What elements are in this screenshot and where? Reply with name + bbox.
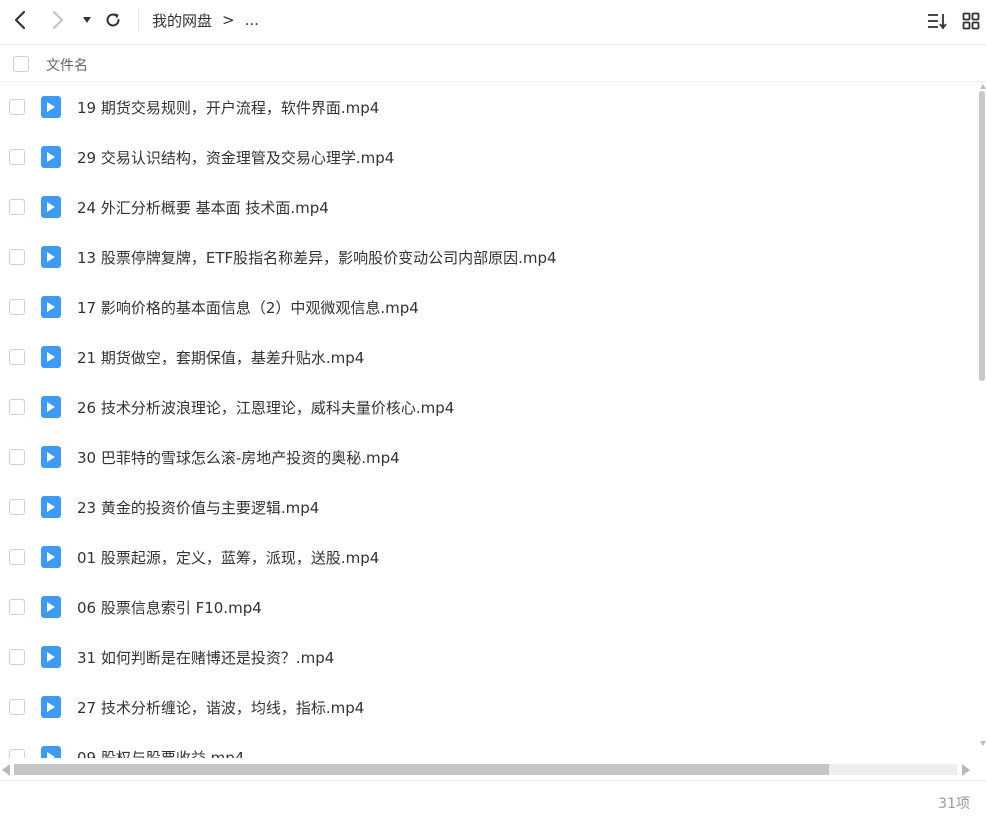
sort-icon xyxy=(928,14,947,30)
video-file-icon xyxy=(41,346,61,368)
file-name[interactable]: 24 外汇分析概要 基本面 技术面.mp4 xyxy=(77,197,329,218)
file-row[interactable]: 27 技术分析缠论，谐波，均线，指标.mp4 xyxy=(0,683,978,733)
file-checkbox[interactable] xyxy=(9,149,25,165)
file-checkbox[interactable] xyxy=(9,599,25,615)
scroll-left-icon[interactable] xyxy=(2,764,10,776)
forward-button[interactable] xyxy=(46,8,70,32)
video-file-icon xyxy=(41,396,61,418)
video-file-icon xyxy=(41,96,61,118)
file-row[interactable]: 23 黄金的投资价值与主要逻辑.mp4 xyxy=(0,483,978,533)
file-name[interactable]: 21 期货做空，套期保值，基差升贴水.mp4 xyxy=(77,347,364,368)
file-checkbox[interactable] xyxy=(9,99,25,115)
horizontal-scrollbar[interactable] xyxy=(0,760,975,778)
file-name[interactable]: 29 交易认识结构，资金理管及交易心理学.mp4 xyxy=(77,147,394,168)
file-checkbox[interactable] xyxy=(9,349,25,365)
toolbar-divider xyxy=(138,8,139,32)
file-checkbox[interactable] xyxy=(9,699,25,715)
file-checkbox[interactable] xyxy=(9,649,25,665)
file-row[interactable]: 17 影响价格的基本面信息（2）中观微观信息.mp4 xyxy=(0,283,978,333)
scroll-down-icon[interactable] xyxy=(980,741,986,746)
caret-down-icon xyxy=(83,17,91,23)
vertical-scrollbar[interactable] xyxy=(978,83,986,758)
sort-button[interactable] xyxy=(926,10,948,32)
grid-view-icon xyxy=(962,12,980,30)
file-row[interactable]: 19 期货交易规则，开户流程，软件界面.mp4 xyxy=(0,83,978,133)
file-name[interactable]: 27 技术分析缠论，谐波，均线，指标.mp4 xyxy=(77,697,364,718)
file-row[interactable]: 21 期货做空，套期保值，基差升贴水.mp4 xyxy=(0,333,978,383)
refresh-button[interactable] xyxy=(102,8,124,32)
video-file-icon xyxy=(41,646,61,668)
file-checkbox[interactable] xyxy=(9,499,25,515)
file-name[interactable]: 06 股票信息索引 F10.mp4 xyxy=(77,597,262,618)
chevron-left-icon xyxy=(14,10,26,30)
video-file-icon xyxy=(41,596,61,618)
file-checkbox[interactable] xyxy=(9,749,25,758)
video-file-icon xyxy=(41,196,61,218)
file-name[interactable]: 19 期货交易规则，开户流程，软件界面.mp4 xyxy=(77,97,379,118)
file-name[interactable]: 13 股票停牌复牌，ETF股指名称差异，影响股价变动公司内部原因.mp4 xyxy=(77,247,557,268)
history-dropdown-button[interactable] xyxy=(80,12,94,28)
file-list: 19 期货交易规则，开户流程，软件界面.mp4 29 交易认识结构，资金理管及交… xyxy=(0,83,978,758)
breadcrumb-root[interactable]: 我的网盘 xyxy=(152,10,212,31)
video-file-icon xyxy=(41,546,61,568)
chevron-right-icon xyxy=(52,10,64,30)
item-count: 31项 xyxy=(938,796,970,812)
file-row[interactable]: 31 如何判断是在赌博还是投资？.mp4 xyxy=(0,633,978,683)
file-name[interactable]: 26 技术分析波浪理论，江恩理论，威科夫量价核心.mp4 xyxy=(77,397,454,418)
file-name[interactable]: 09 股权与股票收益.mp4 xyxy=(77,747,244,758)
toolbar: 我的网盘 > ... xyxy=(0,0,986,42)
file-checkbox[interactable] xyxy=(9,399,25,415)
file-row[interactable]: 29 交易认识结构，资金理管及交易心理学.mp4 xyxy=(0,133,978,183)
breadcrumb-more[interactable]: ... xyxy=(245,11,259,29)
horizontal-scroll-thumb[interactable] xyxy=(14,764,829,775)
file-checkbox[interactable] xyxy=(9,199,25,215)
refresh-icon xyxy=(106,13,120,27)
video-file-icon xyxy=(41,446,61,468)
file-row[interactable]: 24 外汇分析概要 基本面 技术面.mp4 xyxy=(0,183,978,233)
video-file-icon xyxy=(41,496,61,518)
back-button[interactable] xyxy=(8,8,32,32)
file-name[interactable]: 30 巴菲特的雪球怎么滚-房地产投资的奥秘.mp4 xyxy=(77,447,400,468)
video-file-icon xyxy=(41,696,61,718)
video-file-icon xyxy=(41,746,61,758)
file-row[interactable]: 09 股权与股票收益.mp4 xyxy=(0,733,978,758)
scroll-up-icon[interactable] xyxy=(980,84,986,89)
scroll-right-icon[interactable] xyxy=(962,764,970,776)
file-row[interactable]: 13 股票停牌复牌，ETF股指名称差异，影响股价变动公司内部原因.mp4 xyxy=(0,233,978,283)
file-checkbox[interactable] xyxy=(9,549,25,565)
file-row[interactable]: 01 股票起源，定义，蓝筹，派现，送股.mp4 xyxy=(0,533,978,583)
breadcrumb: 我的网盘 > ... xyxy=(152,9,259,31)
status-bar: 31项 xyxy=(0,780,986,816)
file-name[interactable]: 17 影响价格的基本面信息（2）中观微观信息.mp4 xyxy=(77,297,419,318)
file-row[interactable]: 30 巴菲特的雪球怎么滚-房地产投资的奥秘.mp4 xyxy=(0,433,978,483)
file-row[interactable]: 26 技术分析波浪理论，江恩理论，威科夫量价核心.mp4 xyxy=(0,383,978,433)
breadcrumb-separator: > xyxy=(222,11,235,29)
column-header-filename[interactable]: 文件名 xyxy=(46,55,88,75)
video-file-icon xyxy=(41,296,61,318)
vertical-scroll-thumb[interactable] xyxy=(979,91,985,381)
grid-view-button[interactable] xyxy=(961,10,981,32)
file-row[interactable]: 06 股票信息索引 F10.mp4 xyxy=(0,583,978,633)
file-checkbox[interactable] xyxy=(9,249,25,265)
video-file-icon xyxy=(41,246,61,268)
file-checkbox[interactable] xyxy=(9,299,25,315)
file-checkbox[interactable] xyxy=(9,449,25,465)
video-file-icon xyxy=(41,146,61,168)
list-header: 文件名 xyxy=(0,44,986,82)
file-name[interactable]: 23 黄金的投资价值与主要逻辑.mp4 xyxy=(77,497,319,518)
select-all-checkbox[interactable] xyxy=(13,56,29,72)
file-name[interactable]: 01 股票起源，定义，蓝筹，派现，送股.mp4 xyxy=(77,547,379,568)
file-name[interactable]: 31 如何判断是在赌博还是投资？.mp4 xyxy=(77,647,334,668)
